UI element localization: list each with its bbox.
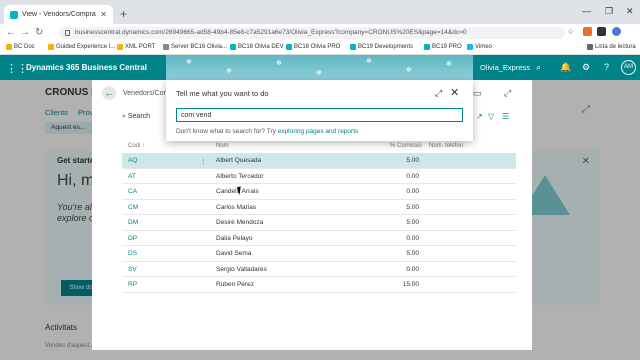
extension-icon[interactable] [583, 27, 592, 36]
browser-tab[interactable]: View - Vendors/Compradors - Di ✕ [4, 5, 113, 24]
url-text: businesscentral.dynamics.com/26949665-ad… [75, 29, 467, 36]
back-button[interactable]: ← [102, 86, 116, 100]
column-header-name[interactable]: Nom [216, 143, 229, 149]
puzzle-icon[interactable] [597, 27, 606, 36]
table-row[interactable]: DM Desiré Mendoza 5.00 [122, 215, 516, 231]
column-header-code[interactable]: Codi ↑ [128, 143, 145, 149]
bell-icon[interactable]: 🔔 [560, 62, 571, 73]
app-title: Dynamics 365 Business Central [26, 63, 147, 72]
bookmark-item[interactable]: Guided Experience I... [48, 44, 115, 50]
close-icon[interactable]: ✕ [450, 86, 459, 99]
dialog-heading: Tell me what you want to do [176, 89, 269, 98]
bookmarks-bar: BC Doc Guided Experience I... XML PORT S… [0, 42, 640, 55]
bookmark-item[interactable]: BC19 PRO [424, 44, 462, 50]
column-header-phone[interactable]: Núm. telèfon [429, 143, 463, 149]
bookmark-icon[interactable]: ▭ [473, 88, 482, 99]
breadcrumb: Venedors/Com [123, 90, 170, 97]
table-row[interactable]: DP Dalia Pelayo 0.00 [122, 231, 516, 246]
avatar[interactable]: AM [621, 60, 636, 75]
bookmark-item[interactable]: Vimeo [467, 44, 492, 50]
bookmark-item[interactable]: Server BC16 Olivia... [163, 44, 227, 50]
header-decoration: ❄ ❄ ❄ ❄ ❄ ❄ ❄ [166, 55, 473, 80]
app-launcher-icon[interactable]: ⋮⋮ [6, 62, 28, 75]
bookmark-item[interactable]: BC16 Olivia DEV [230, 44, 284, 50]
column-header-commission[interactable]: % Comissió [390, 143, 422, 149]
vendor-table: AQ ⋮ Albert Quesada 5.00 AT Alberto Tercedor… [122, 153, 516, 293]
table-row[interactable]: SV Sergio Valladares 0.00 [122, 262, 516, 277]
table-row[interactable]: DS David Sema 5.00 [122, 246, 516, 262]
new-tab-button[interactable]: + [120, 7, 127, 21]
bookmark-item[interactable]: BC19 Developments [350, 44, 413, 50]
dialog-hint: Don't know what to search for? Try explo… [176, 128, 359, 135]
browser-tab-bar: View - Vendors/Compradors - Di ✕ + — ❐ ✕ [0, 0, 640, 24]
search-field[interactable]: ⌕ Search [122, 113, 150, 121]
tell-me-dialog: Tell me what you want to do ⤢ ✕ Don't kn… [166, 80, 473, 141]
environment-name[interactable]: Olivia_Express [480, 63, 530, 72]
gear-icon[interactable]: ⚙ [582, 62, 590, 73]
forward-arrow-icon[interactable]: → [20, 27, 30, 38]
bookmark-item[interactable]: BC16 Olivia PRO [286, 44, 340, 50]
restore-icon[interactable]: ❐ [605, 6, 613, 17]
back-arrow-icon[interactable]: ← [6, 27, 16, 38]
profile-icon[interactable] [612, 27, 621, 36]
reload-icon[interactable]: ↻ [35, 27, 43, 38]
list-view-icon[interactable]: ☰ [502, 112, 509, 121]
tell-me-search-input[interactable] [176, 108, 463, 122]
table-row[interactable]: CA Candela Arrais 0.00 [122, 184, 516, 200]
table-row[interactable]: RP Ruben Perez 15.00 [122, 277, 516, 293]
url-field[interactable]: businesscentral.dynamics.com/26949665-ad… [59, 27, 565, 39]
filter-icon[interactable]: ▽ [488, 112, 494, 121]
d365-favicon-icon [10, 10, 18, 19]
expand-icon[interactable]: ⤢ [504, 88, 511, 99]
tab-title: View - Vendors/Compradors - Di [22, 11, 96, 18]
reading-list[interactable]: Lista de lectura [587, 44, 636, 50]
address-bar-row: ← → ↻ businesscentral.dynamics.com/26949… [0, 24, 640, 42]
table-row[interactable]: AT Alberto Tercedor 0.00 [122, 169, 516, 184]
expand-icon[interactable]: ⤢ [582, 104, 590, 115]
bookmark-item[interactable]: XML PORT [117, 44, 155, 50]
help-icon[interactable]: ? [604, 62, 609, 72]
explore-pages-link[interactable]: exploring pages and reports [278, 128, 359, 135]
expand-icon[interactable]: ⤢ [435, 88, 442, 99]
lock-icon [65, 30, 70, 36]
share-icon[interactable]: ↗ [476, 112, 483, 121]
close-window-icon[interactable]: ✕ [626, 6, 634, 17]
row-menu-icon[interactable]: ⋮ [200, 157, 207, 165]
bookmark-item[interactable]: BC Doc [6, 44, 35, 50]
table-row[interactable]: CM Carlos Matías 5.00 [122, 200, 516, 215]
minimize-icon[interactable]: — [582, 6, 591, 16]
star-icon[interactable]: ☆ [567, 27, 574, 36]
close-tab-icon[interactable]: ✕ [100, 10, 107, 19]
search-icon[interactable]: ⌕ [536, 62, 541, 73]
table-row[interactable]: AQ ⋮ Albert Quesada 5.00 [122, 153, 516, 169]
